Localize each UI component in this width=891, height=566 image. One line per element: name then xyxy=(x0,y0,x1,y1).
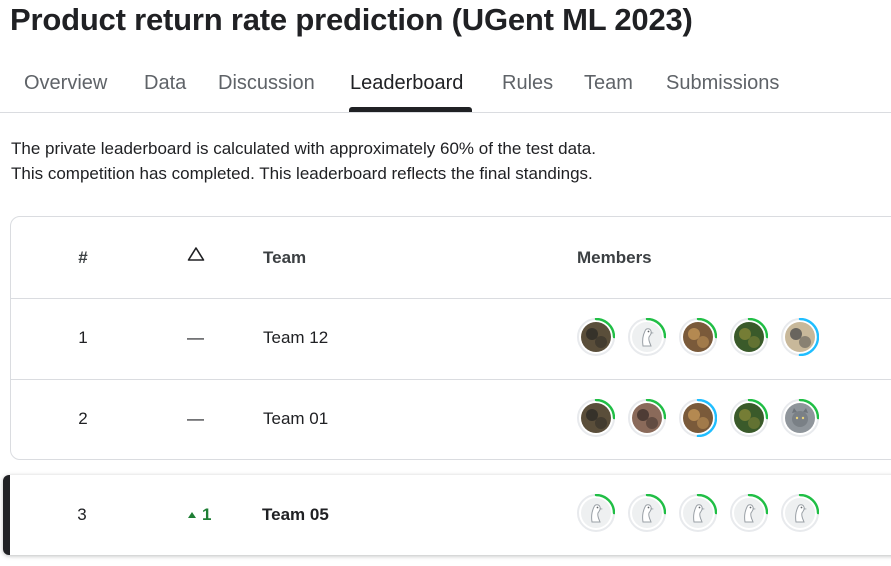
avatar[interactable] xyxy=(628,318,666,356)
tab-data[interactable]: Data xyxy=(144,72,186,95)
table-row[interactable]: 1 — Team 12 xyxy=(11,298,891,380)
tab-leaderboard[interactable]: Leaderboard xyxy=(350,72,463,95)
avatar[interactable] xyxy=(628,494,666,532)
page-title: Product return rate prediction (UGent ML… xyxy=(10,2,693,37)
member-avatars xyxy=(577,494,819,532)
tab-bar: Overview Data Discussion Leaderboard Rul… xyxy=(0,54,891,113)
rank-value: 1 xyxy=(78,328,88,347)
avatar[interactable] xyxy=(781,399,819,437)
member-avatars xyxy=(577,399,819,437)
avatar[interactable] xyxy=(628,399,666,437)
avatar[interactable] xyxy=(577,318,615,356)
avatar[interactable] xyxy=(730,494,768,532)
avatar[interactable] xyxy=(781,494,819,532)
avatar[interactable] xyxy=(679,318,717,356)
rank-change: — xyxy=(187,409,204,428)
avatar[interactable] xyxy=(679,494,717,532)
avatar[interactable] xyxy=(730,318,768,356)
rank-value: 2 xyxy=(78,409,88,428)
rank-change: 1 xyxy=(187,505,211,525)
highlight-bar xyxy=(3,475,10,555)
avatar[interactable] xyxy=(781,318,819,356)
tab-rules[interactable]: Rules xyxy=(502,72,553,95)
tab-discussion[interactable]: Discussion xyxy=(218,72,315,95)
team-name[interactable]: Team 01 xyxy=(263,409,328,429)
caret-up-icon xyxy=(188,512,196,518)
avatar[interactable] xyxy=(679,399,717,437)
rank-column-header[interactable]: # xyxy=(77,248,89,268)
table-row-your-team[interactable]: 3 1 Team 05 xyxy=(3,475,891,555)
member-avatars xyxy=(577,318,819,356)
avatar[interactable] xyxy=(730,399,768,437)
team-name[interactable]: Team 05 xyxy=(262,505,329,525)
tab-submissions[interactable]: Submissions xyxy=(666,72,779,95)
table-row[interactable]: 2 — Team 01 xyxy=(11,379,891,459)
leaderboard-table: # Team Members 1 — Team 12 2 — Team 01 xyxy=(10,216,891,460)
triangle-up-outline-icon[interactable] xyxy=(187,246,205,267)
active-tab-indicator xyxy=(349,107,472,112)
competition-status-text: This competition has completed. This lea… xyxy=(11,164,593,183)
tab-overview[interactable]: Overview xyxy=(24,72,107,95)
rank-value: 3 xyxy=(77,505,87,524)
team-name[interactable]: Team 12 xyxy=(263,328,328,348)
rank-change: — xyxy=(187,328,204,347)
tab-team[interactable]: Team xyxy=(584,72,633,95)
leaderboard-info-text: The private leaderboard is calculated wi… xyxy=(11,139,596,158)
table-header-row: # Team Members xyxy=(11,217,891,299)
avatar[interactable] xyxy=(577,399,615,437)
avatar[interactable] xyxy=(577,494,615,532)
members-column-header: Members xyxy=(577,248,652,267)
rank-change-value: 1 xyxy=(202,505,212,524)
team-column-header[interactable]: Team xyxy=(263,248,306,268)
